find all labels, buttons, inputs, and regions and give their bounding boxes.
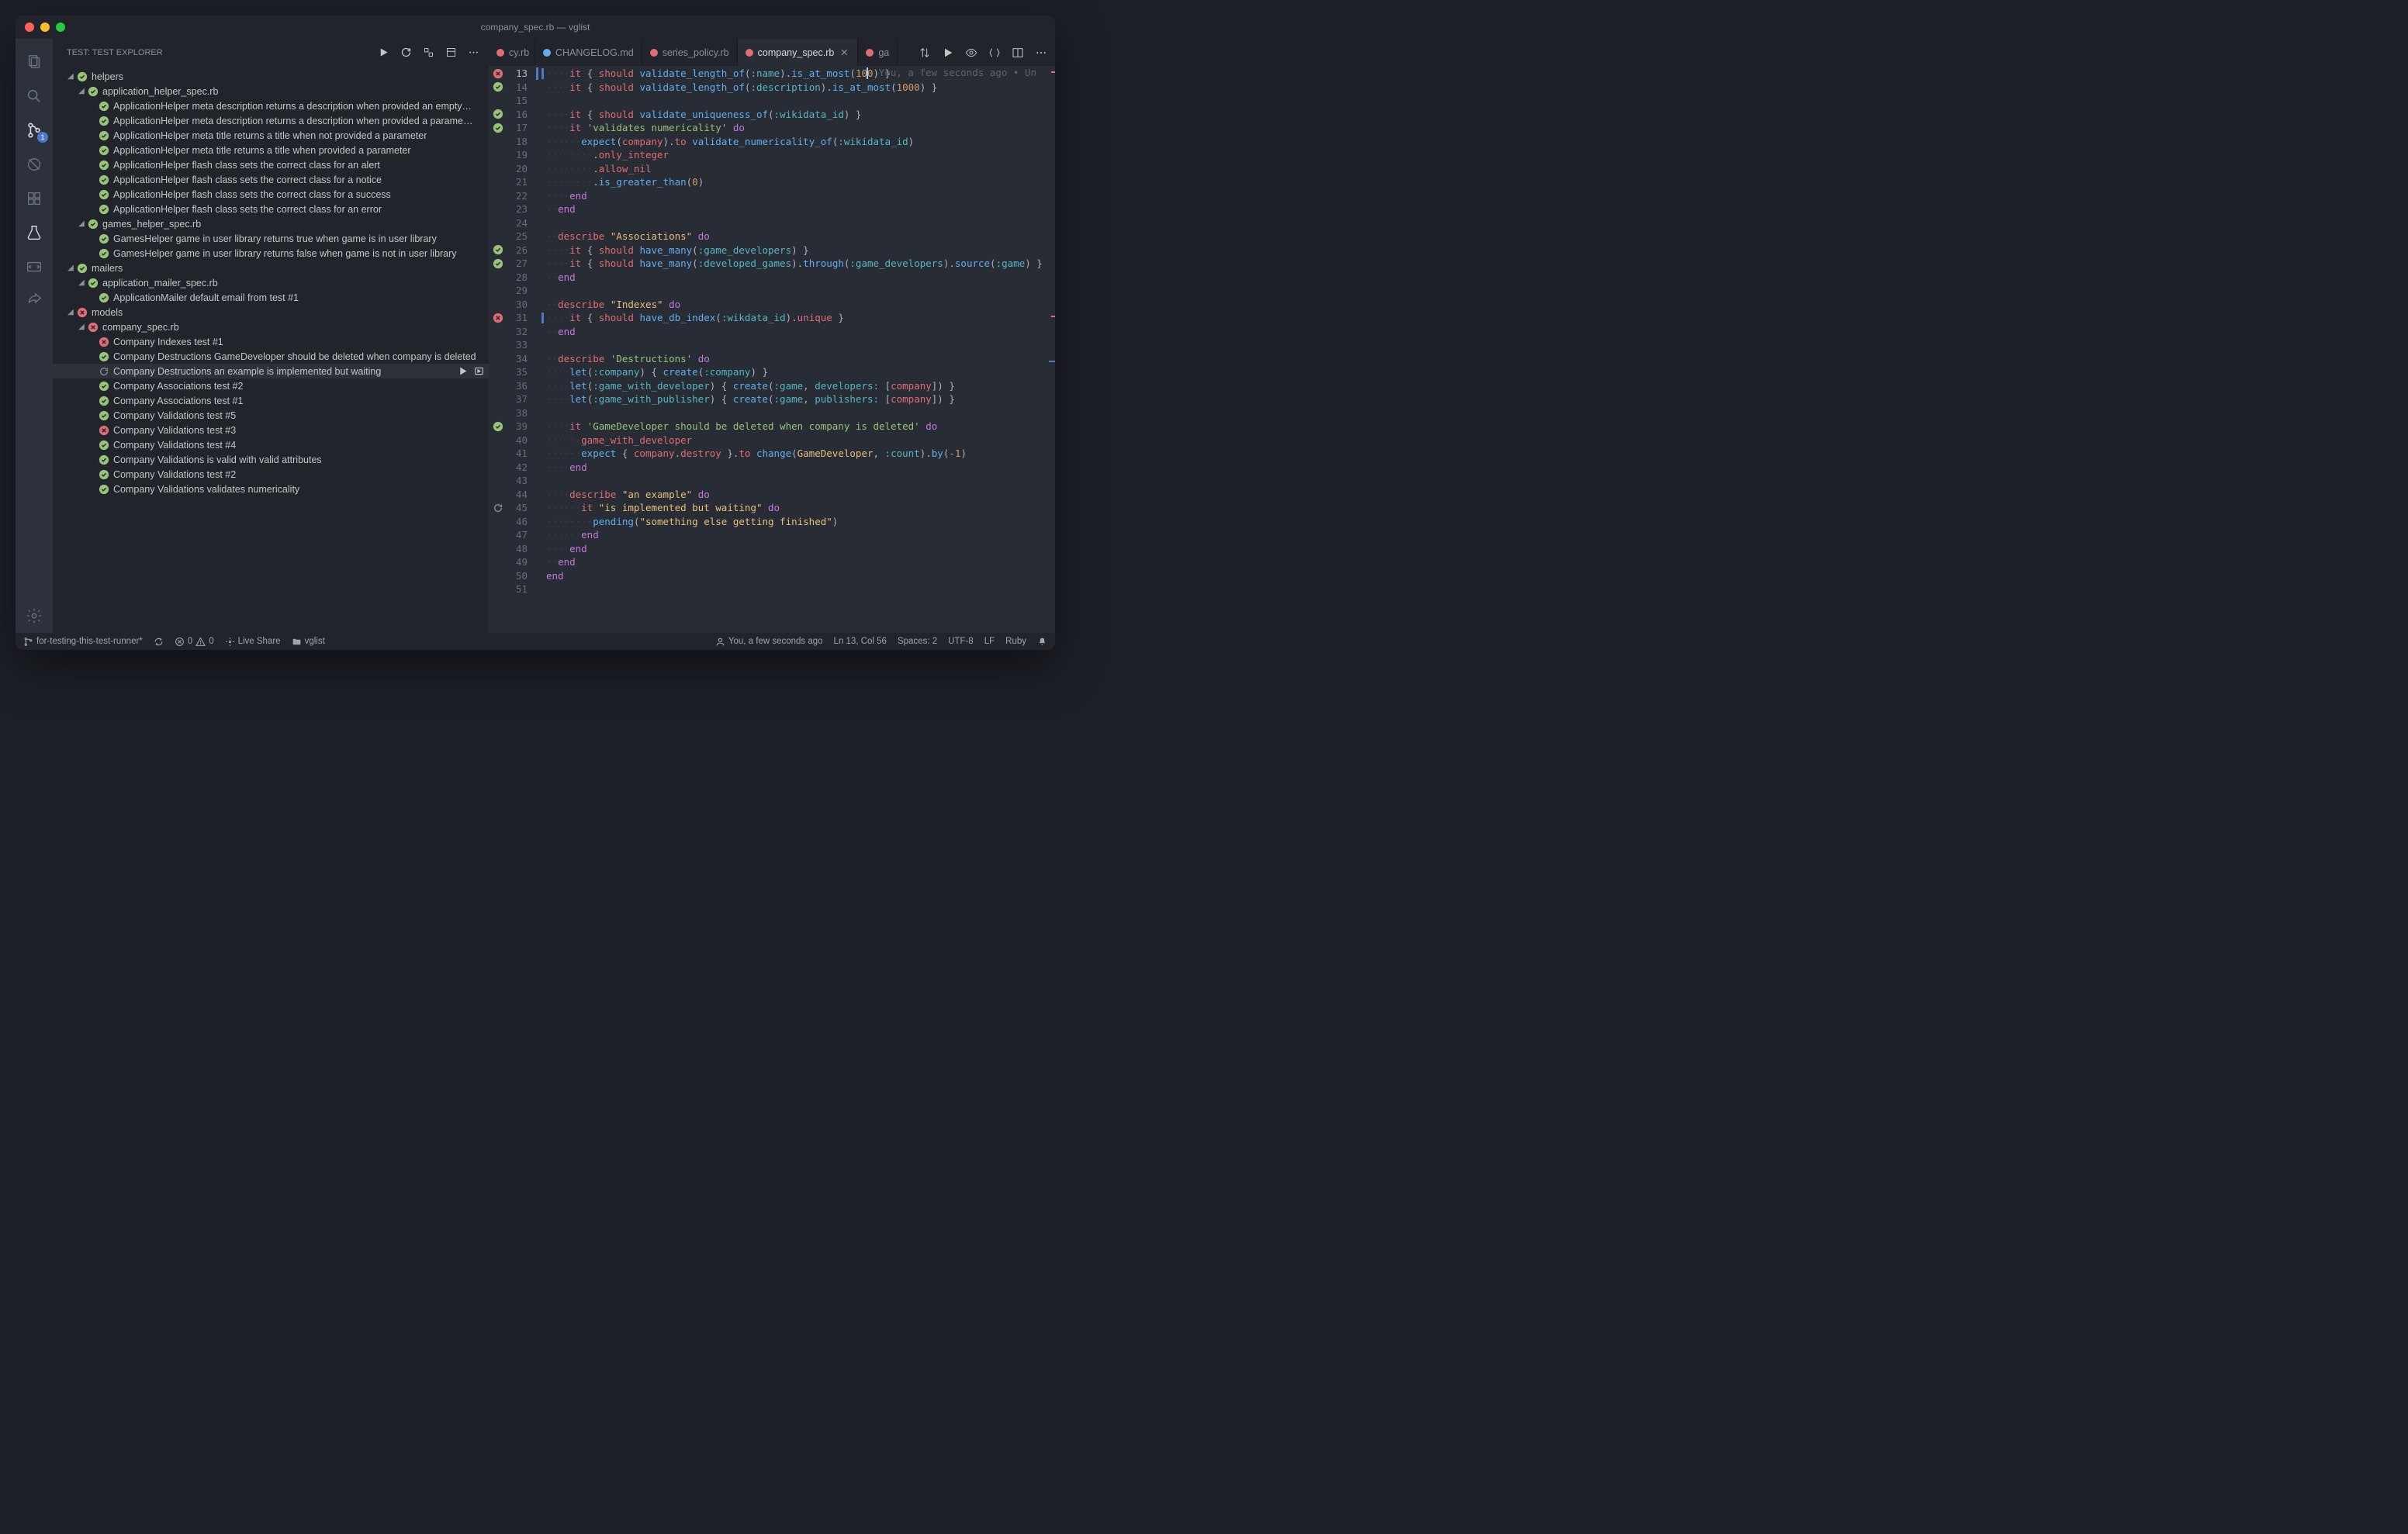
collapse-icon[interactable] bbox=[445, 47, 457, 58]
tree-item[interactable]: ApplicationHelper meta title returns a t… bbox=[53, 143, 489, 157]
tab[interactable]: ga bbox=[858, 39, 898, 66]
run-icon[interactable] bbox=[458, 366, 468, 376]
code-area[interactable]: 1314151617181920212223242526272829303132… bbox=[489, 66, 1055, 633]
tab-bar: cy.rbCHANGELOG.mdseries_policy.rbcompany… bbox=[489, 39, 1055, 66]
split-icon[interactable] bbox=[1012, 47, 1024, 59]
editor-area: cy.rbCHANGELOG.mdseries_policy.rbcompany… bbox=[489, 39, 1055, 633]
remote-icon[interactable] bbox=[16, 250, 53, 284]
tree-item[interactable]: Company Associations test #2 bbox=[53, 378, 489, 393]
explorer-icon[interactable] bbox=[16, 45, 53, 79]
close-window-button[interactable] bbox=[25, 22, 34, 32]
refresh-icon[interactable] bbox=[400, 47, 412, 58]
sidebar: TEST: TEST EXPLORER ◢helpers◢application… bbox=[53, 39, 489, 633]
sidebar-title: TEST: TEST EXPLORER bbox=[67, 48, 163, 57]
tree-item[interactable]: Company Indexes test #1 bbox=[53, 334, 489, 349]
tab[interactable]: series_policy.rb bbox=[642, 39, 738, 66]
tree-item[interactable]: ◢application_mailer_spec.rb bbox=[53, 275, 489, 290]
glyph-margin bbox=[489, 66, 507, 633]
line-numbers: 1314151617181920212223242526272829303132… bbox=[507, 66, 538, 633]
tree-item[interactable]: GamesHelper game in user library returns… bbox=[53, 246, 489, 261]
window: company_spec.rb — vglist 1 bbox=[16, 16, 1055, 650]
folder-item[interactable]: vglist bbox=[292, 637, 325, 647]
more-icon[interactable] bbox=[468, 47, 479, 58]
tree-item[interactable]: ◢games_helper_spec.rb bbox=[53, 216, 489, 231]
tree-item[interactable]: ◢helpers bbox=[53, 69, 489, 84]
activity-bar: 1 bbox=[16, 39, 53, 633]
tab[interactable]: company_spec.rb✕ bbox=[738, 39, 859, 66]
debug-icon[interactable] bbox=[16, 147, 53, 181]
editor-actions bbox=[911, 39, 1055, 66]
tree-item[interactable]: Company Associations test #1 bbox=[53, 393, 489, 408]
tree-item[interactable]: ApplicationHelper meta description retur… bbox=[53, 98, 489, 113]
window-title: company_spec.rb — vglist bbox=[481, 22, 590, 33]
minimap[interactable] bbox=[1044, 66, 1055, 633]
tree-item[interactable]: ApplicationHelper meta description retur… bbox=[53, 113, 489, 128]
tree-item[interactable]: Company Validations test #3 bbox=[53, 423, 489, 437]
tree-item[interactable]: ApplicationHelper meta title returns a t… bbox=[53, 128, 489, 143]
blame-item[interactable]: You, a few seconds ago bbox=[715, 637, 823, 647]
tree-item[interactable]: ◢application_helper_spec.rb bbox=[53, 84, 489, 98]
tree-item[interactable]: ApplicationMailer default email from tes… bbox=[53, 290, 489, 305]
tree-item[interactable]: Company Validations test #2 bbox=[53, 467, 489, 482]
tree-item[interactable]: Company Validations validates numericali… bbox=[53, 482, 489, 496]
position-item[interactable]: Ln 13, Col 56 bbox=[834, 637, 887, 646]
maximize-window-button[interactable] bbox=[56, 22, 65, 32]
test-icon[interactable] bbox=[16, 216, 53, 250]
tree-item[interactable]: GamesHelper game in user library returns… bbox=[53, 231, 489, 246]
reveal-icon[interactable] bbox=[965, 47, 977, 59]
tree-item[interactable]: ApplicationHelper flash class sets the c… bbox=[53, 172, 489, 187]
notifications-icon[interactable] bbox=[1037, 637, 1047, 647]
body-area: 1 TEST: TEST EXPL bbox=[16, 39, 1055, 633]
blame-annotation: You, a few seconds ago • Un bbox=[879, 66, 1036, 80]
minimize-window-button[interactable] bbox=[40, 22, 50, 32]
compare-icon[interactable] bbox=[919, 47, 931, 59]
status-bar: for-testing-this-test-runner* 0 0 Live S… bbox=[16, 633, 1055, 650]
tree-item[interactable]: Company Destructions GameDeveloper shoul… bbox=[53, 349, 489, 364]
tree-item[interactable]: ◢mailers bbox=[53, 261, 489, 275]
expand-icon[interactable] bbox=[423, 47, 434, 58]
run-all-icon[interactable] bbox=[378, 47, 389, 58]
titlebar: company_spec.rb — vglist bbox=[16, 16, 1055, 39]
more-icon[interactable] bbox=[1035, 47, 1047, 59]
tree-item[interactable]: ApplicationHelper flash class sets the c… bbox=[53, 157, 489, 172]
spaces-item[interactable]: Spaces: 2 bbox=[898, 637, 937, 646]
debug-test-icon[interactable] bbox=[474, 366, 484, 376]
search-icon[interactable] bbox=[16, 79, 53, 113]
close-icon[interactable]: ✕ bbox=[839, 47, 849, 58]
tree-item[interactable]: ApplicationHelper flash class sets the c… bbox=[53, 187, 489, 202]
tab[interactable]: CHANGELOG.md bbox=[535, 39, 642, 66]
language-item[interactable]: Ruby bbox=[1005, 637, 1026, 646]
code-content[interactable]: ····it { should validate_length_of(:name… bbox=[546, 66, 1044, 633]
tree-item[interactable]: Company Validations test #5 bbox=[53, 408, 489, 423]
tab[interactable]: cy.rb bbox=[489, 39, 535, 66]
traffic-lights bbox=[25, 22, 65, 32]
run-icon[interactable] bbox=[942, 47, 954, 59]
source-control-badge: 1 bbox=[37, 132, 48, 143]
tree-item[interactable]: ApplicationHelper flash class sets the c… bbox=[53, 202, 489, 216]
tree-item[interactable]: Company Destructions an example is imple… bbox=[53, 364, 489, 378]
fold-margin bbox=[538, 66, 546, 633]
sidebar-actions bbox=[378, 47, 479, 58]
eol-item[interactable]: LF bbox=[984, 637, 995, 646]
extensions-icon[interactable] bbox=[16, 181, 53, 216]
diff-icon[interactable] bbox=[988, 47, 1001, 59]
settings-gear-icon[interactable] bbox=[16, 599, 53, 633]
encoding-item[interactable]: UTF-8 bbox=[948, 637, 974, 646]
source-control-icon[interactable]: 1 bbox=[16, 113, 53, 147]
problems-item[interactable]: 0 0 bbox=[175, 637, 214, 647]
branch-item[interactable]: for-testing-this-test-runner* bbox=[23, 637, 143, 647]
tree-item[interactable]: Company Validations is valid with valid … bbox=[53, 452, 489, 467]
share-icon[interactable] bbox=[16, 284, 53, 318]
tree-item[interactable]: ◢models bbox=[53, 305, 489, 320]
sidebar-header: TEST: TEST EXPLORER bbox=[53, 39, 489, 66]
test-tree[interactable]: ◢helpers◢application_helper_spec.rbAppli… bbox=[53, 66, 489, 633]
live-share-item[interactable]: Live Share bbox=[225, 637, 281, 647]
tree-item[interactable]: ◢company_spec.rb bbox=[53, 320, 489, 334]
sync-item[interactable] bbox=[154, 637, 164, 647]
tree-item[interactable]: Company Validations test #4 bbox=[53, 437, 489, 452]
